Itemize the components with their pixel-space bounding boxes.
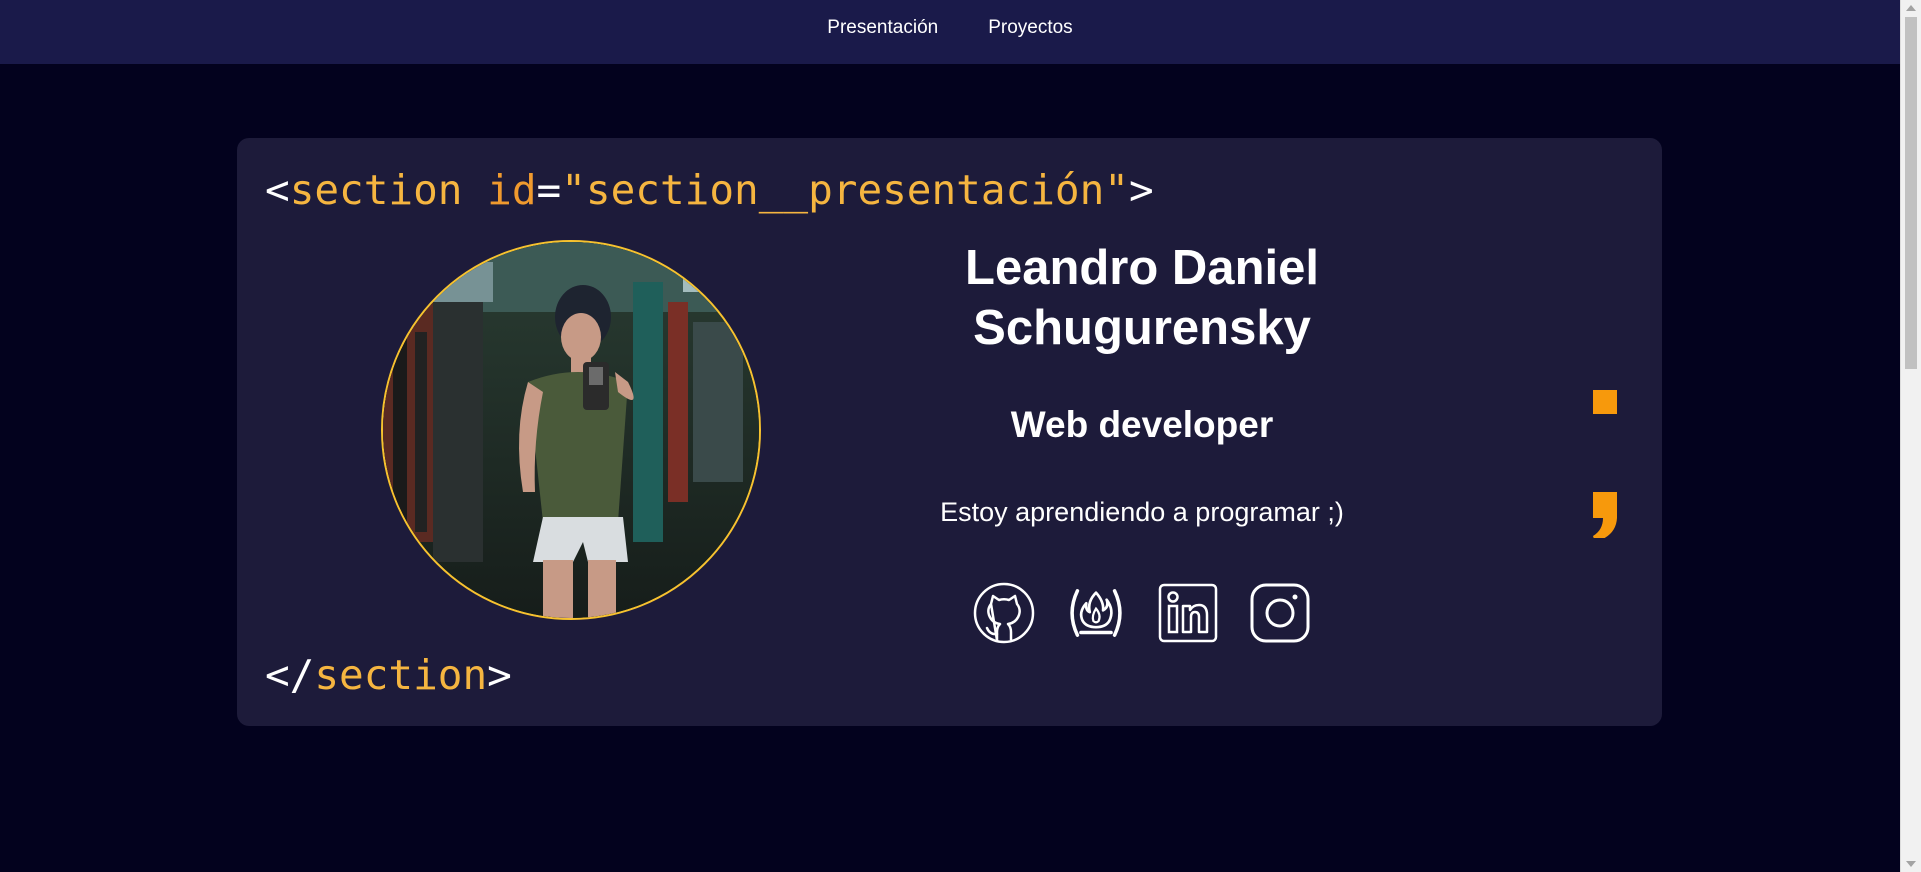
profile-description: Estoy aprendiendo a programar ;) bbox=[940, 497, 1344, 527]
attribute-value: "section__presentación" bbox=[561, 166, 1129, 214]
tag-name: section bbox=[289, 166, 463, 214]
close-tag-end: > bbox=[487, 651, 512, 699]
avatar bbox=[381, 240, 761, 620]
presentation-section: <section id="section__presentación"> Lea… bbox=[237, 138, 1662, 726]
linkedin-link[interactable] bbox=[1157, 582, 1219, 644]
profile-role: Web developer bbox=[1010, 404, 1274, 445]
freecodecamp-link[interactable] bbox=[1065, 582, 1127, 644]
scroll-up-icon[interactable] bbox=[1906, 5, 1916, 11]
instagram-icon bbox=[1250, 583, 1310, 643]
navbar: Presentación Proyectos bbox=[0, 0, 1900, 64]
close-tag-open: </ bbox=[265, 651, 315, 699]
github-link[interactable] bbox=[973, 582, 1035, 644]
nav-link-presentacion[interactable]: Presentación bbox=[827, 17, 938, 39]
linkedin-icon bbox=[1158, 583, 1218, 643]
nav-links: Presentación Proyectos bbox=[827, 17, 1072, 39]
open-bracket: < bbox=[265, 166, 290, 214]
scroll-thumb[interactable] bbox=[1905, 17, 1917, 369]
freecodecamp-icon bbox=[1070, 589, 1122, 637]
social-links bbox=[837, 582, 1447, 644]
nav-link-proyectos[interactable]: Proyectos bbox=[988, 17, 1072, 39]
equals-sign: = bbox=[536, 166, 562, 214]
profile-info: Leandro Daniel Schugurensky Web develope… bbox=[837, 238, 1447, 644]
github-icon bbox=[973, 582, 1035, 644]
instagram-link[interactable] bbox=[1249, 582, 1311, 644]
attribute-name: id bbox=[487, 166, 537, 214]
section-open-tag: <section id="section__presentación"> bbox=[265, 166, 1154, 214]
scroll-down-icon[interactable] bbox=[1906, 861, 1916, 867]
section-close-tag: </section> bbox=[265, 651, 512, 699]
close-bracket: > bbox=[1128, 166, 1154, 214]
close-tag-name: section bbox=[314, 651, 488, 699]
profile-name: Leandro Daniel Schugurensky bbox=[965, 241, 1319, 355]
profile-photo bbox=[383, 242, 759, 618]
semicolon-icon bbox=[1593, 390, 1617, 538]
scrollbar[interactable] bbox=[1900, 0, 1921, 872]
